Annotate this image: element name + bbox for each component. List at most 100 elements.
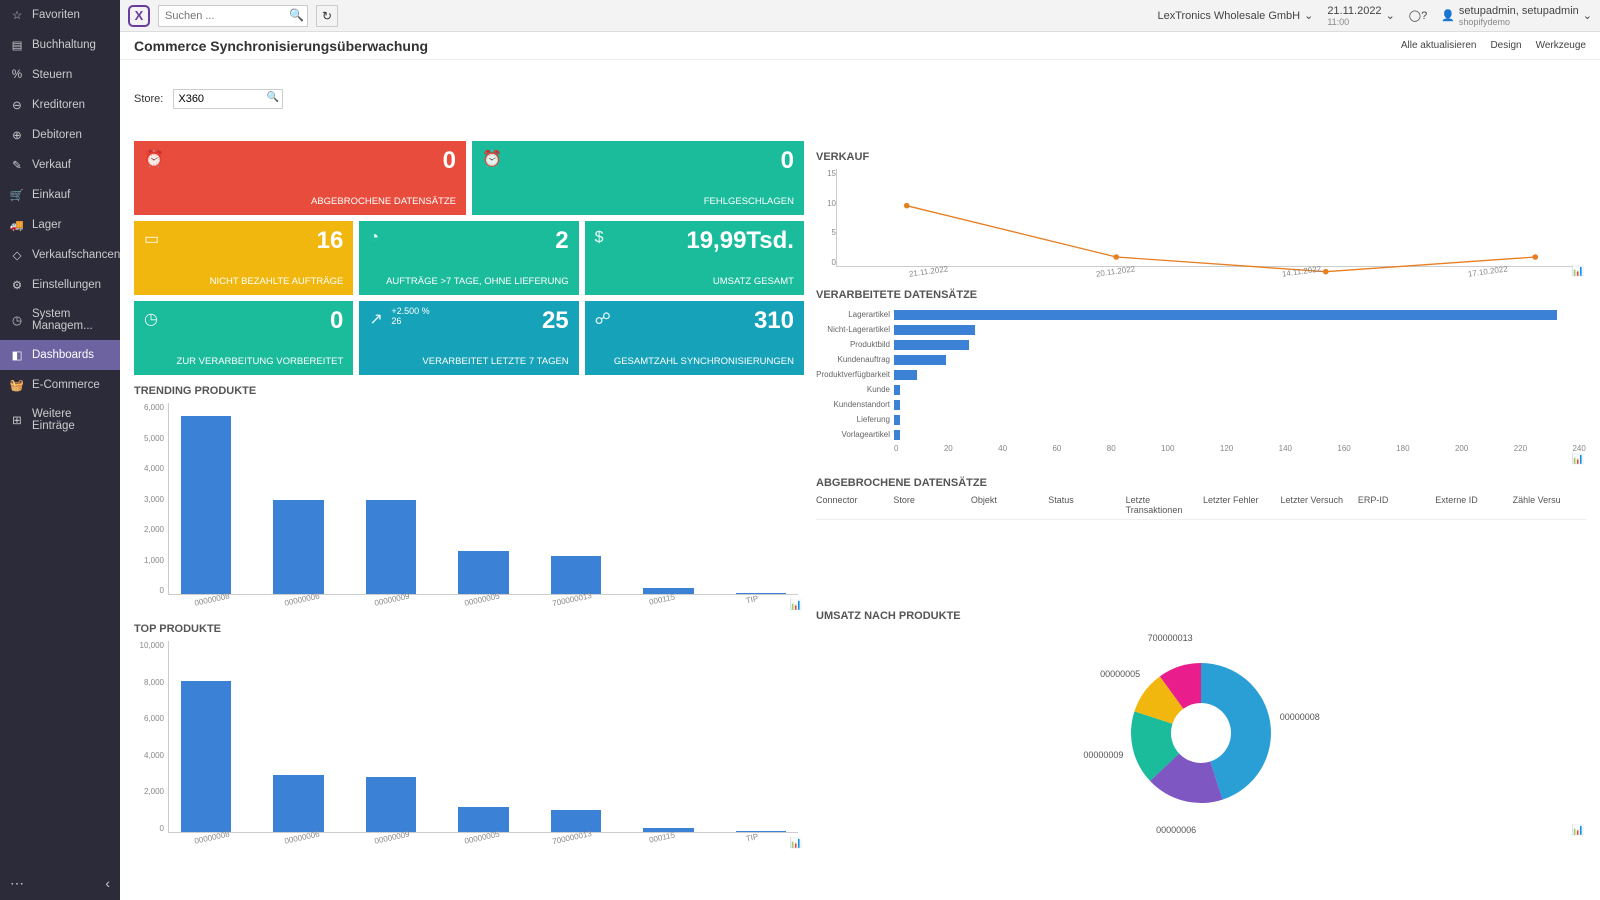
dashboard-icon: ◧ <box>10 348 24 362</box>
bar <box>366 777 416 832</box>
pie-label: 00000005 <box>1100 669 1140 679</box>
date-selector[interactable]: 21.11.202211:00 ⌄ <box>1327 5 1394 27</box>
top-chart: 10,0008,0006,0004,0002,00000000000800000… <box>134 641 804 851</box>
hbar-label: Nicht-Lagerartikel <box>816 325 890 334</box>
umsatz-chart: 00000008 00000006 00000009 00000005 70000001… <box>816 628 1586 838</box>
trending-chart: 6,0005,0004,0003,0002,0001,0000000000080… <box>134 403 804 613</box>
sidebar-item-label: Dashboards <box>32 349 94 361</box>
hbar <box>894 340 969 350</box>
chart-export-icon[interactable]: 📊 <box>1572 454 1584 465</box>
pie-label: 700000013 <box>1148 633 1193 643</box>
sidebar-item-1[interactable]: ▤Buchhaltung <box>0 30 120 60</box>
kpi-card-7[interactable]: ☍310GESAMTZAHL SYNCHRONISIERUNGEN <box>585 301 804 375</box>
col-header[interactable]: Objekt <box>971 495 1044 515</box>
kpi-card-0[interactable]: ⏰0ABGEBROCHENE DATENSÄTZE <box>134 141 466 215</box>
percent-icon: % <box>10 68 24 82</box>
kpi-card-1[interactable]: ⏰0FEHLGESCHLAGEN <box>472 141 804 215</box>
page-title: Commerce Synchronisierungsüberwachung <box>134 38 428 54</box>
sidebar-item-10[interactable]: ◷System Managem... <box>0 300 120 340</box>
col-header[interactable]: Externe ID <box>1435 495 1508 515</box>
sidebar-item-3[interactable]: ⊖Kreditoren <box>0 90 120 120</box>
chevron-down-icon: ⌄ <box>1304 9 1313 22</box>
search-icon[interactable]: 🔍 <box>289 8 304 22</box>
chart-export-icon[interactable]: 📊 <box>790 838 802 849</box>
action-1[interactable]: Design <box>1490 40 1521 51</box>
hbar-label: Lieferung <box>816 415 890 424</box>
collapse-icon[interactable]: ‹ <box>105 875 110 892</box>
col-header[interactable]: Connector <box>816 495 889 515</box>
sidebar-item-label: E-Commerce <box>32 379 100 391</box>
chart-export-icon[interactable]: 📊 <box>790 600 802 611</box>
hbar <box>894 430 900 440</box>
store-row: Store: 🔍 <box>134 68 1586 129</box>
chart-export-icon[interactable]: 📊 <box>1572 825 1584 836</box>
action-2[interactable]: Werkzeuge <box>1536 40 1586 51</box>
bar <box>181 681 231 832</box>
alarm-icon: ⏰ <box>144 149 456 169</box>
company-selector[interactable]: LexTronics Wholesale GmbH⌄ <box>1157 9 1313 22</box>
refresh-button[interactable]: ↻ <box>316 5 338 27</box>
gauge-icon: ◷ <box>10 313 24 327</box>
kpi-card-3[interactable]: ◔2AUFTRÄGE >7 TAGE, OHNE LIEFERUNG <box>359 221 578 295</box>
hbar <box>894 325 975 335</box>
action-0[interactable]: Alle aktualisieren <box>1401 40 1477 51</box>
search-input[interactable] <box>158 5 308 27</box>
hbar-label: Kunde <box>816 385 890 394</box>
tag-icon: ◇ <box>10 248 24 262</box>
hbar-label: Kundenstandort <box>816 400 890 409</box>
sidebar-item-6[interactable]: 🛒Einkauf <box>0 180 120 210</box>
sidebar-item-7[interactable]: 🚚Lager <box>0 210 120 240</box>
hbar <box>894 370 917 380</box>
col-header[interactable]: Status <box>1048 495 1121 515</box>
pie-label: 00000009 <box>1083 750 1123 760</box>
kpi-label: ZUR VERARBEITUNG VORBEREITET <box>144 356 343 367</box>
kpi-card-2[interactable]: ▭16NICHT BEZAHLTE AUFTRÄGE <box>134 221 353 295</box>
topbar: X 🔍 ↻ LexTronics Wholesale GmbH⌄ 21.11.2… <box>120 0 1600 32</box>
kpi-value: 0 <box>443 147 456 175</box>
sidebar-item-label: Weitere Einträge <box>32 408 110 432</box>
sidebar-item-label: Kreditoren <box>32 99 85 111</box>
kpi-card-4[interactable]: $19,99Tsd.UMSATZ GESAMT <box>585 221 804 295</box>
user-menu[interactable]: 👤 setupadmin, setupadminshopifydemo ⌄ <box>1441 5 1592 27</box>
sidebar-item-4[interactable]: ⊕Debitoren <box>0 120 120 150</box>
star-icon: ☆ <box>10 8 24 22</box>
sidebar-item-9[interactable]: ⚙Einstellungen <box>0 270 120 300</box>
hbar-label: Kundenauftrag <box>816 355 890 364</box>
kpi-label: FEHLGESCHLAGEN <box>482 196 794 207</box>
kpi-card-6[interactable]: ↗+2.500 %2625VERARBEITET LETZTE 7 TAGEN <box>359 301 578 375</box>
verkauf-chart: 15105021.11.202220.11.202214.11.202217.1… <box>816 169 1586 279</box>
help-icon: ◯? <box>1409 9 1427 22</box>
col-header[interactable]: Letzter Versuch <box>1280 495 1353 515</box>
sidebar: ☆Favoriten▤Buchhaltung%Steuern⊖Kreditore… <box>0 0 120 900</box>
col-header[interactable]: Letzter Fehler <box>1203 495 1276 515</box>
hbar-label: Vorlageartikel <box>816 430 890 439</box>
sidebar-item-11[interactable]: ◧ Dashboards <box>0 340 120 370</box>
sidebar-item-2[interactable]: %Steuern <box>0 60 120 90</box>
col-header[interactable]: ERP-ID <box>1358 495 1431 515</box>
kpi-value: 0 <box>330 307 343 335</box>
kpi-value: 16 <box>317 227 344 255</box>
aborted-title: ABGEBROCHENE DATENSÄTZE <box>816 477 1586 489</box>
col-header[interactable]: Zähle Versu <box>1513 495 1586 515</box>
sidebar-item-8[interactable]: ◇Verkaufschancen <box>0 240 120 270</box>
kpi-cards: ⏰0ABGEBROCHENE DATENSÄTZE⏰0FEHLGESCHLAGE… <box>134 141 804 375</box>
sidebar-item-5[interactable]: ✎Verkauf <box>0 150 120 180</box>
sidebar-item-13[interactable]: ⊞Weitere Einträge <box>0 400 120 440</box>
sidebar-item-0[interactable]: ☆Favoriten <box>0 0 120 30</box>
chart-export-icon[interactable]: 📊 <box>1572 266 1584 277</box>
hbar <box>894 400 900 410</box>
pie-label: 00000006 <box>1156 825 1196 835</box>
basket-icon: 🧺 <box>10 378 24 392</box>
kpi-value: 25 <box>542 307 569 335</box>
kpi-card-5[interactable]: ◷0ZUR VERARBEITUNG VORBEREITET <box>134 301 353 375</box>
sidebar-item-12[interactable]: 🧺 E-Commerce <box>0 370 120 400</box>
col-header[interactable]: Letzte Transaktionen <box>1126 495 1199 515</box>
more-icon[interactable]: ⋯ <box>10 875 24 892</box>
help-button[interactable]: ◯? <box>1409 9 1427 22</box>
pie-label: 00000008 <box>1280 712 1320 722</box>
col-header[interactable]: Store <box>893 495 966 515</box>
sidebar-item-label: Debitoren <box>32 129 82 141</box>
kpi-sub: +2.500 %26 <box>391 307 429 327</box>
search-icon[interactable]: 🔍 <box>267 92 279 103</box>
clock-icon: ◔ <box>369 229 568 247</box>
